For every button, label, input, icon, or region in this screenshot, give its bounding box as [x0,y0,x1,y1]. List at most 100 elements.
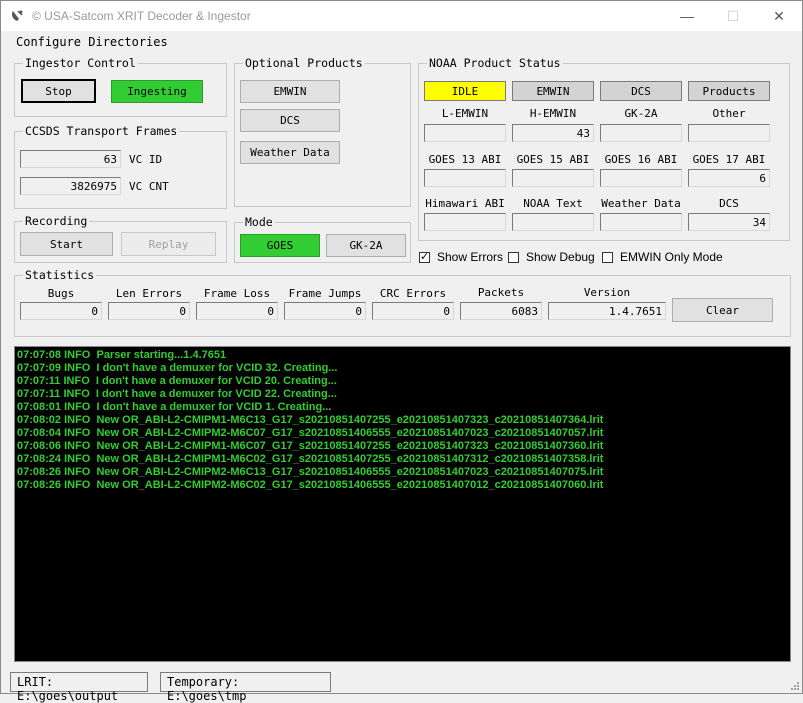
log-line: 07:08:04 INFO New OR_ABI-L2-CMIPM2-M6C07… [17,427,604,439]
minimize-button[interactable]: — [664,1,710,31]
statistics-legend: Statistics [23,268,97,282]
frame-jumps-count: 0 [284,302,366,320]
dcs-label: DCS [719,197,739,210]
gk2a-mode-button[interactable]: GK-2A [326,234,406,257]
replay-button[interactable]: Replay [121,232,216,256]
log-line: 07:08:02 INFO New OR_ABI-L2-CMIPM1-M6C13… [17,414,604,426]
vc-cnt-field: 3826975 [20,177,121,195]
crc-errors-label: CRC Errors [379,287,447,300]
h-emwin-count: 43 [512,124,594,142]
main-window: © USA-Satcom XRIT Decoder & Ingestor — ☐… [0,0,803,703]
clear-button[interactable]: Clear [672,298,773,322]
len-errors-label: Len Errors [115,287,183,300]
version-value: 1.4.7651 [548,302,666,320]
stop-button[interactable]: Stop [21,79,96,103]
log-line: 07:08:26 INFO New OR_ABI-L2-CMIPM2-M6C02… [17,479,604,491]
log-lines: 07:07:08 INFO Parser starting...1.4.7651… [17,349,788,492]
resize-grip-icon[interactable] [788,679,800,691]
gk2a-label: GK-2A [624,107,658,120]
show-errors-checkbox[interactable]: Show Errors [419,250,503,264]
himawari-abi-count [424,213,506,231]
temporary-path-status: Temporary: E:\goes\tmp [160,672,331,703]
goes-mode-button[interactable]: GOES [240,234,320,257]
noaa-status-legend: NOAA Product Status [427,56,563,70]
frame-loss-count: 0 [196,302,278,320]
vc-id-field: 63 [20,150,121,168]
recording-group: Recording Start Replay [14,214,227,263]
other-label: Other [712,107,746,120]
goes17-abi-label: GOES 17 ABI [692,153,766,166]
satellite-dish-icon [12,10,23,21]
goes15-abi-count [512,169,594,187]
noaa-text-count [512,213,594,231]
log-line: 07:07:09 INFO I don't have a demuxer for… [17,362,338,374]
goes16-abi-label: GOES 16 ABI [604,153,678,166]
statistics-group: Statistics Bugs Len Errors Frame Loss Fr… [14,268,791,337]
mode-legend: Mode [243,215,275,229]
gk2a-count [600,124,682,142]
menu-bar: Configure Directories [1,31,802,53]
crc-errors-count: 0 [372,302,454,320]
log-line: 07:08:01 INFO I don't have a demuxer for… [17,401,332,413]
goes13-abi-label: GOES 13 ABI [428,153,502,166]
emwin-status: EMWIN [512,81,594,101]
recording-legend: Recording [23,214,90,228]
other-count [688,124,770,142]
idle-status: IDLE [424,81,506,101]
log-line: 07:08:24 INFO New OR_ABI-L2-CMIPM1-M6C02… [17,453,604,465]
emwin-only-label: EMWIN Only Mode [620,250,723,264]
bugs-count: 0 [20,302,102,320]
log-line: 07:07:11 INFO I don't have a demuxer for… [17,388,337,400]
vc-id-label: VC ID [129,153,163,166]
mode-group: Mode GOES GK-2A [234,215,411,263]
show-debug-checkbox[interactable]: Show Debug [508,250,595,264]
window-title: © USA-Satcom XRIT Decoder & Ingestor [32,9,251,23]
packets-label: Packets [477,286,525,299]
log-line: 07:08:06 INFO New OR_ABI-L2-CMIPM1-M6C07… [17,440,604,452]
weather-data-count [600,213,682,231]
start-recording-button[interactable]: Start [20,232,113,256]
weather-data-label: Weather Data [601,197,681,210]
optional-products-legend: Optional Products [243,56,365,70]
menu-configure-directories[interactable]: Configure Directories [16,35,168,49]
noaa-product-status-group: NOAA Product Status IDLE EMWIN DCS Produ… [418,56,790,241]
goes16-abi-count [600,169,682,187]
emwin-button[interactable]: EMWIN [240,80,340,103]
maximize-button[interactable]: ☐ [710,1,756,31]
version-label: Version [583,286,631,299]
goes13-abi-count [424,169,506,187]
log-output[interactable]: 07:07:08 INFO Parser starting...1.4.7651… [14,346,791,662]
frame-jumps-label: Frame Jumps [288,287,362,300]
show-errors-label: Show Errors [437,250,504,264]
h-emwin-label: H-EMWIN [529,107,577,120]
l-emwin-label: L-EMWIN [441,107,489,120]
emwin-only-checkbox[interactable]: EMWIN Only Mode [602,250,723,264]
title-bar: © USA-Satcom XRIT Decoder & Ingestor — ☐… [1,1,802,31]
show-debug-label: Show Debug [526,250,595,264]
close-button[interactable]: ✕ [756,1,802,31]
bugs-label: Bugs [47,287,75,300]
weather-data-button[interactable]: Weather Data [240,141,340,164]
dcs-button[interactable]: DCS [240,109,340,132]
log-line: 07:07:08 INFO Parser starting...1.4.7651 [17,349,227,361]
ingesting-status-button[interactable]: Ingesting [111,80,203,103]
noaa-text-label: NOAA Text [523,197,583,210]
products-status: Products [688,81,770,101]
ingestor-control-legend: Ingestor Control [23,56,138,70]
vc-cnt-label: VC CNT [129,180,169,193]
optional-products-group: Optional Products EMWIN DCS Weather Data [234,56,411,207]
lrit-path-status: LRIT: E:\goes\output [10,672,148,703]
ccsds-frames-legend: CCSDS Transport Frames [23,124,180,138]
emwin-only-box[interactable] [602,251,613,263]
packets-count: 6083 [460,302,542,320]
l-emwin-count [424,124,506,142]
goes17-abi-count: 6 [688,169,770,187]
show-debug-box[interactable] [508,251,519,263]
log-line: 07:08:26 INFO New OR_ABI-L2-CMIPM2-M6C13… [17,466,604,478]
ccsds-frames-group: CCSDS Transport Frames 63 VC ID 3826975 … [14,124,227,209]
dcs-status: DCS [600,81,682,101]
log-line: 07:07:11 INFO I don't have a demuxer for… [17,375,337,387]
goes15-abi-label: GOES 15 ABI [516,153,590,166]
show-errors-box[interactable] [419,250,430,263]
himawari-abi-label: Himawari ABI [425,197,505,210]
